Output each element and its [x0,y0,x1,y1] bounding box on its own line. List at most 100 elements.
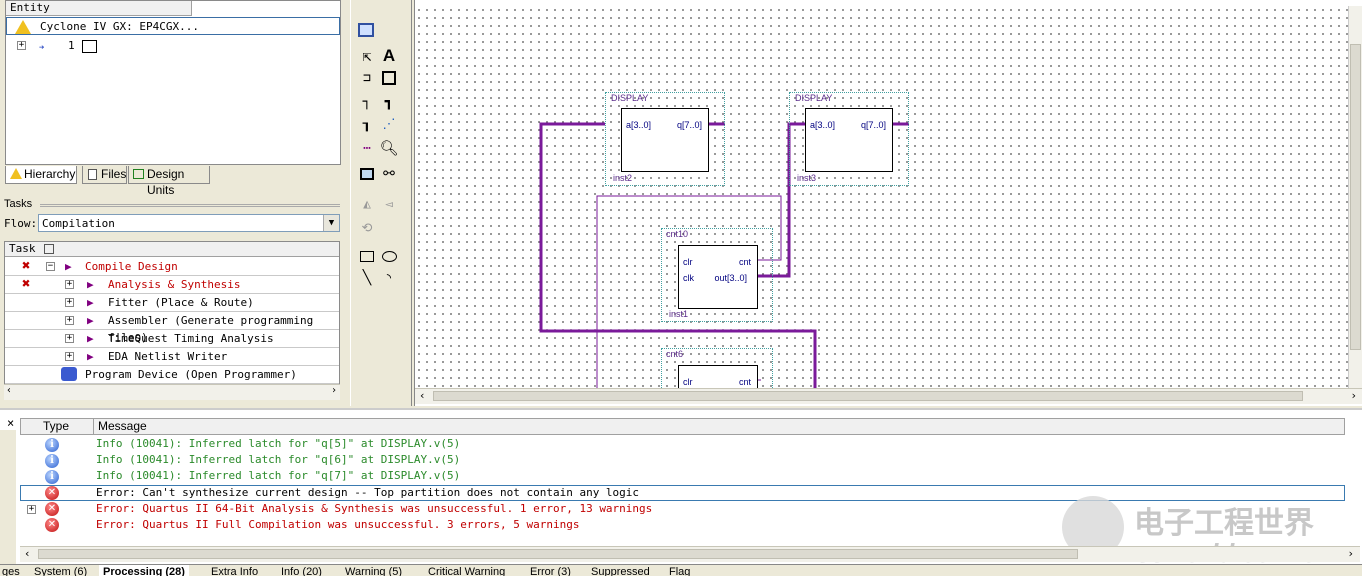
entity-label: 1 [68,39,75,52]
tab-processing[interactable]: Processing (28) [99,565,189,576]
tab-system[interactable]: System (6) [30,565,91,576]
rectangle-tool-icon[interactable] [357,246,377,266]
port-label: clk [683,273,694,283]
scroll-thumb[interactable] [433,391,1303,401]
conduit-tool-icon[interactable]: ┒ [357,114,377,134]
message-tabs: ges System (6) Processing (28) Extra Inf… [0,564,1362,576]
block-body: a[3..0] q[7..0] [805,108,893,172]
tab-files[interactable]: Files [82,166,127,184]
block-type-label: DISPLAY [795,93,833,103]
canvas-vertical-scrollbar[interactable] [1348,6,1362,388]
display-block-inst2[interactable]: DISPLAY a[3..0] q[7..0] inst2 [605,92,725,186]
tasks-grip[interactable] [40,204,340,207]
arc-tool-icon[interactable]: ◝ [379,268,399,288]
scroll-thumb[interactable] [1350,44,1361,350]
scroll-left-icon[interactable]: ‹ [24,547,31,560]
rubberbanding-icon[interactable]: ⋰ [379,114,399,134]
task-row-timequest[interactable]: + ▶ TimeQuest Timing Analysis [5,330,339,348]
task-row-fitter[interactable]: + ▶ Fitter (Place & Route) [5,294,339,312]
tab-error[interactable]: Error (3) [526,565,575,576]
expand-icon[interactable]: + [65,316,74,325]
message-row[interactable]: Info (10041): Inferred latch for "q[7]" … [96,468,460,484]
close-icon[interactable]: × [7,416,14,430]
schematic-editor: DISPLAY a[3..0] q[7..0] inst2 DISPLAY a[… [414,0,1362,406]
find-icon[interactable]: ⚯ [379,164,399,184]
block-body: a[3..0] q[7..0] [621,108,709,172]
detach-window-icon[interactable] [356,20,376,40]
oval-tool-icon[interactable] [379,246,399,266]
play-icon[interactable]: ▶ [87,348,94,365]
expand-icon[interactable]: + [65,280,74,289]
play-icon[interactable]: ▶ [87,330,94,347]
message-row[interactable]: Info (10041): Inferred latch for "q[5]" … [96,436,460,452]
task-row-program[interactable]: Program Device (Open Programmer) [5,366,339,384]
scroll-right-icon[interactable]: › [1350,389,1357,402]
full-screen-icon[interactable] [357,164,377,184]
task-row-compile[interactable]: ✖ − ▶ Compile Design [5,258,339,276]
programmer-icon[interactable] [61,367,77,381]
collapse-icon[interactable]: − [46,262,55,271]
line-tool-icon[interactable]: ╲ [357,268,377,288]
text-tool-icon[interactable]: A [379,46,399,66]
project-navigator: Entity Cyclone IV GX: EP4CGX... + ➔ 1 Hi… [0,0,346,406]
checkbox-icon[interactable] [44,244,55,254]
partial-line-select-icon[interactable]: ⋯ [357,138,377,158]
block-tool-icon[interactable] [379,68,399,88]
task-label: Compile Design [85,260,178,273]
expand-icon[interactable]: + [17,41,26,50]
task-row-assembler[interactable]: + ▶ Assembler (Generate programming file… [5,312,339,344]
message-row[interactable]: Error: Can't synthesize current design -… [96,485,639,501]
task-row-analysis[interactable]: ✖ + ▶ Analysis & Synthesis [5,276,339,294]
play-icon[interactable]: ▶ [87,294,94,311]
zoom-icon[interactable]: 🔍︎ [379,138,399,158]
port-label: cnt [738,257,751,267]
task-scrollbar[interactable]: ‹ › [4,384,340,400]
display-block-inst3[interactable]: DISPLAY a[3..0] q[7..0] inst3 [789,92,909,186]
flow-select[interactable]: Compilation ▼ [38,214,340,232]
scroll-right-icon[interactable]: › [331,385,337,396]
message-row[interactable]: Error: Quartus II Full Compilation was u… [96,517,579,533]
tab-critical-warning[interactable]: Critical Warning [424,565,509,576]
schematic-canvas[interactable]: DISPLAY a[3..0] q[7..0] inst2 DISPLAY a[… [415,6,1349,389]
orthogonal-node-tool-icon[interactable]: ┐ [357,92,377,112]
tab-extra-info[interactable]: Extra Info [207,565,262,576]
tab-flag[interactable]: Flag [665,565,694,576]
scroll-left-icon[interactable]: ‹ [419,389,426,402]
tab-hierarchy-label: Hierarchy [24,167,76,181]
expand-icon[interactable]: + [65,298,74,307]
tab-design-units[interactable]: Design Units [128,166,210,197]
cnt10-block-inst1[interactable]: cnt10 clr cnt clk out[3..0] inst1 [661,228,773,322]
expand-icon[interactable]: + [65,334,74,343]
task-header[interactable]: Task [5,242,339,257]
message-row[interactable]: Info (10041): Inferred latch for "q[6]" … [96,452,460,468]
type-column-header[interactable]: Type [20,418,94,435]
canvas-horizontal-scrollbar[interactable]: ‹ › [415,388,1362,404]
task-row-eda[interactable]: + ▶ EDA Netlist Writer [5,348,339,366]
chevron-down-icon[interactable]: ▼ [323,215,339,231]
entity-column-header[interactable]: Entity [6,1,192,16]
tab-warning[interactable]: Warning (5) [341,565,406,576]
tab-hierarchy[interactable]: Hierarchy [5,166,77,184]
play-icon[interactable]: ▶ [87,276,94,293]
orthogonal-bus-tool-icon[interactable]: ┓ [379,92,399,112]
block-editor-toolbar: ⇱ A ⊐ ┐ ┓ ┒ ⋰ ⋯ 🔍︎ ⚯ ◭ ◅ ⟲ ╲ ◝ [350,0,412,406]
selection-tool-icon[interactable]: ⇱ [357,46,377,66]
message-column-header[interactable]: Message [93,418,1345,435]
block-body: clr cnt [678,365,758,389]
scroll-left-icon[interactable]: ‹ [6,385,12,396]
tab-info[interactable]: Info (20) [277,565,326,576]
tab-suppressed[interactable]: Suppressed [587,565,654,576]
entity-row[interactable]: + ➔ 1 [6,37,340,55]
expand-icon[interactable]: + [27,505,36,514]
message-row[interactable]: Error: Quartus II 64-Bit Analysis & Synt… [96,501,652,517]
expand-icon[interactable]: + [65,352,74,361]
cnt6-block[interactable]: cnt6 clr cnt [661,348,773,389]
scroll-right-icon[interactable]: › [1347,547,1354,560]
scroll-thumb[interactable] [38,549,1078,559]
play-icon[interactable]: ▶ [65,258,72,275]
play-icon[interactable]: ▶ [87,312,94,329]
port-label: cnt [738,377,751,387]
messages-horizontal-scrollbar[interactable]: ‹ › [20,546,1360,562]
symbol-tool-icon[interactable]: ⊐ [357,68,377,88]
device-row[interactable]: Cyclone IV GX: EP4CGX... [6,17,340,35]
